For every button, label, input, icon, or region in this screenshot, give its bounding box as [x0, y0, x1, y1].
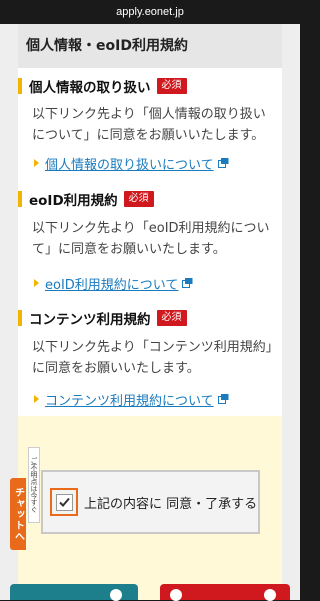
agree-checkbox[interactable] — [55, 493, 73, 511]
external-window-icon — [217, 394, 229, 404]
section-accent-bar — [18, 310, 22, 326]
contents-link[interactable]: コンテンツ利用規約について — [34, 390, 229, 409]
next-button[interactable] — [160, 584, 290, 601]
section-description: 以下リンク先より「eoID利用規約について」に同意をお願いいたします。 — [32, 221, 270, 257]
agree-checkbox-focus[interactable] — [50, 488, 78, 516]
agree-label: 上記の内容に 同意・了承する — [84, 496, 258, 512]
privacy-link[interactable]: 個人情報の取り扱いについて — [34, 154, 229, 173]
section-accent-bar — [18, 191, 22, 207]
section-title-eoid: eoID利用規約 必須 — [18, 189, 154, 209]
section-title-label: 個人情報の取り扱い — [29, 80, 151, 96]
chat-note-text: ご不明点は今すぐ — [30, 457, 38, 513]
terms-card: 個人情報・eoID利用規約 個人情報の取り扱い 必須 以下リンク先より「個人情報… — [18, 24, 282, 600]
agree-checkbox-box[interactable]: 上記の内容に 同意・了承する — [41, 470, 260, 534]
chat-button[interactable]: チャットへ — [10, 478, 26, 550]
browser-url-bar[interactable]: apply.eonet.jp — [0, 0, 300, 24]
section-title-label: コンテンツ利用規約 — [29, 312, 151, 328]
agreement-area: 上記の内容に 同意・了承する — [18, 416, 282, 600]
required-badge: 必須 — [156, 78, 187, 94]
back-button[interactable] — [10, 584, 138, 601]
contents-link-text[interactable]: コンテンツ利用規約について — [45, 390, 214, 409]
section-title-label: eoID利用規約 — [29, 193, 118, 209]
chat-note: ご不明点は今すぐ — [28, 447, 40, 523]
circle-icon — [264, 589, 276, 601]
arrow-right-icon — [34, 159, 39, 167]
eoid-link-text[interactable]: eoID利用規約について — [45, 274, 178, 293]
section-title-contents: コンテンツ利用規約 必須 — [18, 308, 187, 328]
required-badge: 必須 — [156, 310, 187, 326]
section-accent-bar — [18, 78, 22, 94]
bottom-action-bar — [0, 584, 300, 601]
circle-icon — [110, 589, 122, 601]
arrow-right-icon — [34, 395, 39, 403]
chat-button-label: チャットへ — [12, 486, 24, 542]
eoid-link[interactable]: eoID利用規約について — [34, 274, 193, 293]
section-description: 以下リンク先より「コンテンツ利用規約」に同意をお願いいたします。 — [32, 340, 273, 376]
section-description: 以下リンク先より「個人情報の取り扱いについて」に同意をお願いいたします。 — [32, 107, 266, 143]
card-title: 個人情報・eoID利用規約 — [26, 38, 188, 54]
arrow-right-icon — [34, 279, 39, 287]
card-header: 個人情報・eoID利用規約 — [18, 24, 282, 68]
external-window-icon — [182, 278, 193, 288]
url-text: apply.eonet.jp — [116, 6, 184, 18]
circle-icon — [170, 589, 182, 601]
section-title-privacy: 個人情報の取り扱い 必須 — [18, 76, 187, 96]
check-icon — [58, 497, 70, 507]
external-window-icon — [217, 158, 229, 168]
privacy-link-text[interactable]: 個人情報の取り扱いについて — [45, 154, 214, 173]
page: 個人情報・eoID利用規約 個人情報の取り扱い 必須 以下リンク先より「個人情報… — [0, 24, 300, 600]
required-badge: 必須 — [123, 191, 154, 207]
